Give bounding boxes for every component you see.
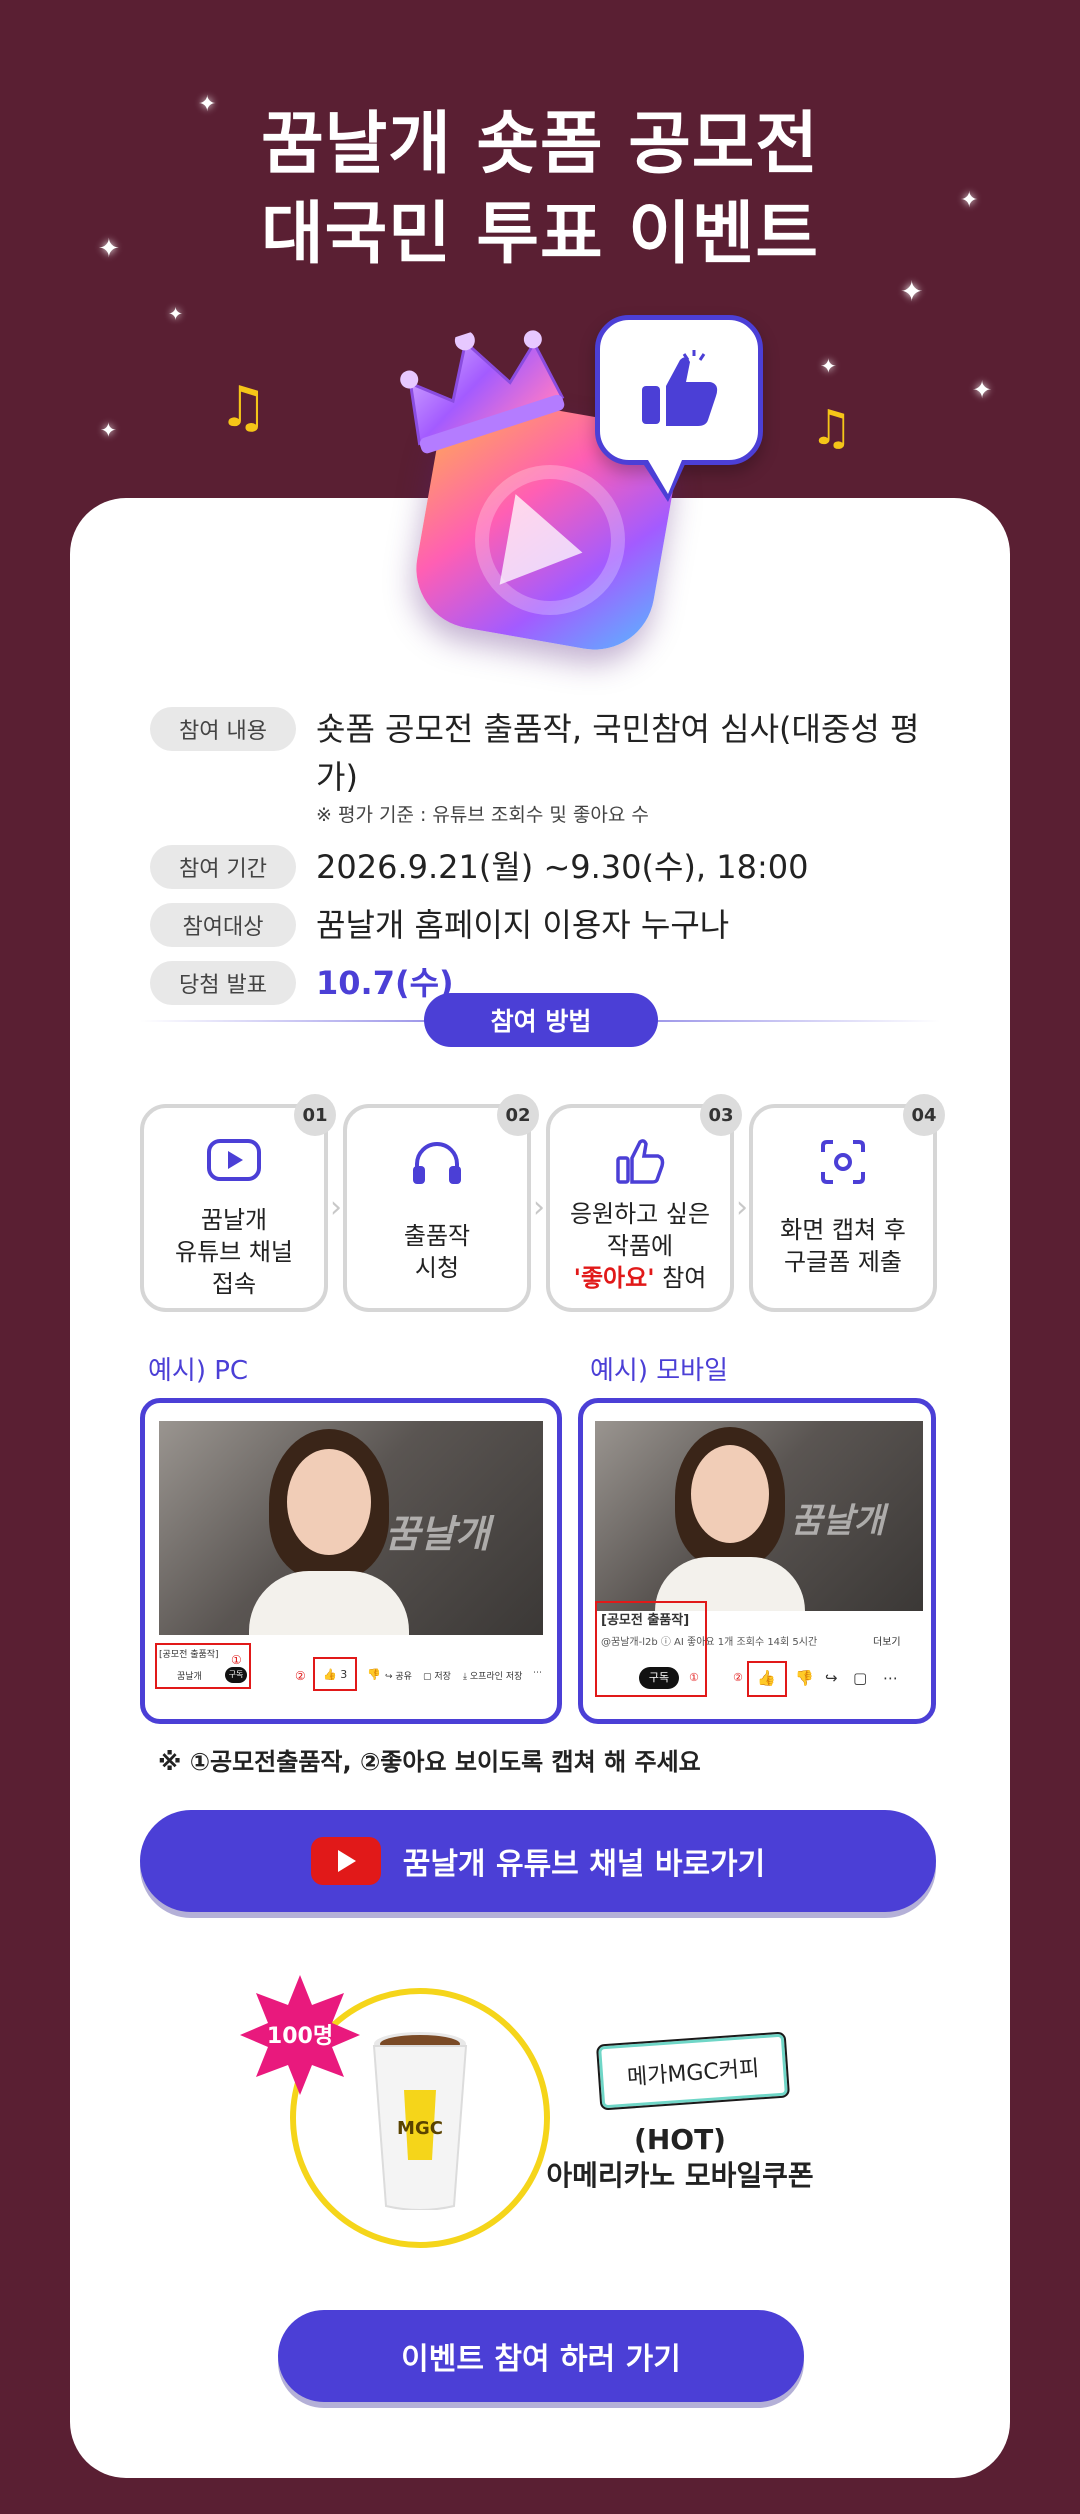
hero-title: 꿈날개 숏폼 공모전 대국민 투표 이벤트	[0, 100, 1080, 280]
step-card-02: 02 출품작 시청	[343, 1094, 539, 1312]
watermark: 꿈날개	[385, 1512, 490, 1556]
example-mobile-label: 예시) 모바일	[590, 1356, 729, 1386]
chevron-right-icon: ›	[736, 1190, 748, 1225]
info-row-period: 참여 기간 2026.9.21(월) ~9.30(수), 18:00	[150, 843, 950, 891]
info-label: 당첨 발표	[150, 961, 296, 1005]
example-pc-label: 예시) PC	[148, 1356, 249, 1386]
prize-count-badge: 100명	[240, 1975, 360, 2095]
sparkle-icon: ✦	[168, 304, 184, 325]
info-label: 참여 기간	[150, 845, 296, 889]
capture-note: ※ ①공모전출품작, ②좋아요 보이도록 캡쳐 해 주세요	[158, 1748, 701, 1776]
circle-1: ①	[689, 1671, 699, 1684]
info-sub: ※ 평가 기준 : 유튜브 조회수 및 좋아요 수	[316, 804, 649, 826]
step-text: 접속	[211, 1270, 257, 1298]
event-info: 참여 내용 숏폼 공모전 출품작, 국민참여 심사(대중성 평가) ※ 평가 기…	[150, 705, 950, 1021]
watermark: 꿈날개	[791, 1501, 885, 1541]
like-button[interactable]: 👍 3	[323, 1668, 347, 1681]
like-highlight: '좋아요'	[573, 1264, 655, 1292]
method-title: 참여 방법	[424, 993, 658, 1047]
chevron-right-icon: ›	[533, 1190, 545, 1225]
info-value: 숏폼 공모전 출품작, 국민참여 심사(대중성 평가)	[316, 710, 920, 796]
video-meta: @꿈날개-l2b ⓘ AI 좋아요 1개 조회수 14회 5시간	[601, 1637, 818, 1648]
circle-2: ②	[295, 1669, 306, 1683]
youtube-channel-button[interactable]: 꿈날개 유튜브 채널 바로가기	[140, 1810, 936, 1912]
brand-tag: 메가MGC커피	[595, 2031, 791, 2111]
step-text: 작품에	[606, 1232, 674, 1260]
thumbs-up-icon	[550, 1138, 730, 1188]
dislike-icon[interactable]: 👎	[795, 1669, 814, 1687]
music-note-icon: ♫	[810, 400, 854, 456]
info-value: 꿈날개 홈페이지 이용자 누구나	[316, 906, 730, 944]
sparkle-icon: ✦	[900, 275, 924, 308]
save-icon[interactable]: ▢	[853, 1669, 867, 1687]
save-button[interactable]: ▢ 저장	[423, 1669, 451, 1682]
step-card-04: 04 화면 캡쳐 후 구글폼 제출	[749, 1094, 945, 1312]
prize-count: 100명	[267, 2024, 333, 2049]
more-link[interactable]: 더보기	[873, 1633, 901, 1648]
step-text: 시청	[414, 1254, 460, 1282]
circle-1: ①	[231, 1653, 242, 1667]
join-event-button[interactable]: 이벤트 참여 하러 가기	[278, 2310, 804, 2402]
prize-title-line2: 아메리카노 모바일쿠폰	[546, 2159, 814, 2192]
coffee-cup-icon: MGC	[372, 2032, 468, 2210]
hero-title-line2: 대국민 투표 이벤트	[261, 195, 819, 274]
example-mobile-screenshot: 꿈날개 [공모전 출품작] @꿈날개-l2b ⓘ AI 좋아요 1개 조회수 1…	[578, 1398, 936, 1724]
share-button[interactable]: ↪ 공유	[385, 1669, 412, 1682]
info-label: 참여대상	[150, 903, 296, 947]
step-text: 꿈날개	[200, 1206, 268, 1234]
step-text: 구글폼 제출	[783, 1248, 903, 1276]
info-label: 참여 내용	[150, 707, 296, 751]
chevron-right-icon: ›	[330, 1190, 342, 1225]
step-text: 참여	[654, 1264, 707, 1292]
step-card-03: 03 응원하고 싶은 작품에 '좋아요' 참여	[546, 1094, 742, 1312]
music-note-icon: ♫	[218, 375, 269, 440]
step-text: 출품작	[403, 1222, 471, 1250]
channel-name: 꿈날개	[177, 1672, 202, 1682]
example-pc-screenshot: 꿈날개 [공모전 출품작] ① 꿈날개 구독 ② 👍 3 👎 ↪ 공유 ▢ 저장…	[140, 1398, 562, 1724]
dislike-icon[interactable]: 👎	[367, 1668, 381, 1681]
sparkle-icon: ✦	[100, 418, 117, 442]
like-button[interactable]: 👍	[757, 1669, 776, 1687]
share-icon[interactable]: ↪	[825, 1669, 838, 1687]
headphones-icon	[347, 1138, 527, 1188]
youtube-button-label: 꿈날개 유튜브 채널 바로가기	[402, 1847, 766, 1882]
step-number: 01	[294, 1094, 336, 1136]
more-icon[interactable]: ⋯	[883, 1669, 898, 1687]
info-row-target: 참여대상 꿈날개 홈페이지 이용자 누구나	[150, 901, 950, 949]
sparkle-icon: ✦	[972, 376, 993, 404]
video-title: [공모전 출품작]	[159, 1650, 219, 1660]
prize-title-line1: (HOT)	[634, 2123, 726, 2156]
sparkle-icon: ✦	[820, 354, 837, 378]
thumbs-up-icon	[642, 350, 718, 426]
circle-2: ②	[733, 1671, 743, 1684]
youtube-icon	[310, 1837, 381, 1885]
step-text: 응원하고 싶은	[569, 1200, 711, 1228]
hero-title-line1: 꿈날개 숏폼 공모전	[261, 105, 819, 184]
step-card-01: 01 꿈날개 유튜브 채널 접속	[140, 1094, 336, 1312]
subscribe-button[interactable]: 구독	[225, 1667, 247, 1683]
prize-title: (HOT) 아메리카노 모바일쿠폰	[520, 2122, 840, 2194]
subscribe-button[interactable]: 구독	[639, 1667, 679, 1689]
step-number: 04	[903, 1094, 945, 1136]
play-icon	[144, 1138, 324, 1188]
step-number: 03	[700, 1094, 742, 1136]
step-text: 화면 캡쳐 후	[780, 1216, 906, 1244]
screen-capture-icon	[753, 1138, 933, 1188]
step-number: 02	[497, 1094, 539, 1136]
cup-logo: MGC	[397, 2118, 443, 2139]
more-icon[interactable]: ⋯	[533, 1668, 542, 1678]
info-value: 2026.9.21(월) ~9.30(수), 18:00	[316, 848, 809, 886]
info-row-content: 참여 내용 숏폼 공모전 출품작, 국민참여 심사(대중성 평가) ※ 평가 기…	[150, 705, 950, 829]
thumbs-up-bubble	[595, 315, 763, 502]
download-button[interactable]: ⤓ 오프라인 저장	[463, 1669, 522, 1682]
video-title: [공모전 출품작]	[601, 1613, 690, 1628]
step-text: 유튜브 채널	[174, 1238, 294, 1266]
